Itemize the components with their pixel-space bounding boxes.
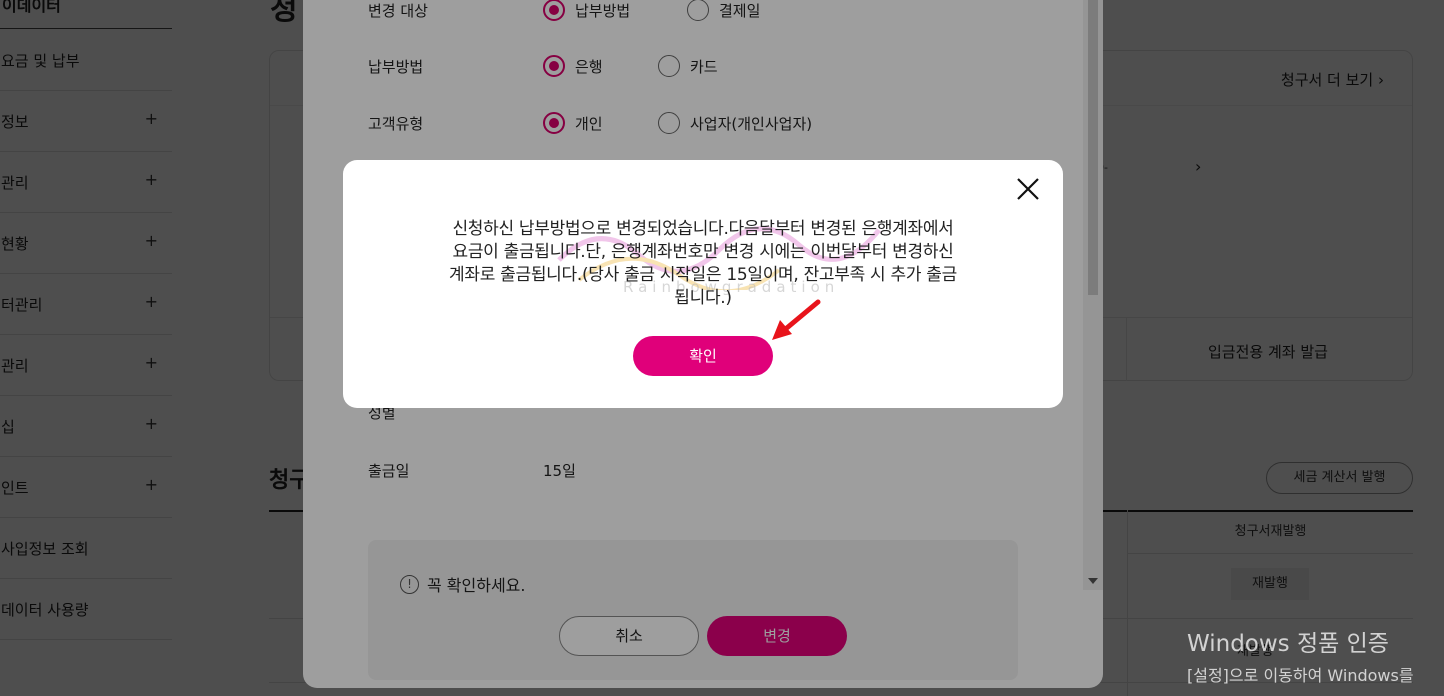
red-arrow-annotation: [772, 299, 821, 340]
close-icon[interactable]: [1015, 176, 1041, 202]
confirm-button[interactable]: 확인: [633, 336, 773, 376]
alert-dialog: Rainbowgradation 신청하신 납부방법으로 변경되었습니다.다음달…: [343, 160, 1063, 408]
alert-message-line: 됩니다.): [674, 288, 732, 308]
windows-activation-subtitle: [설정]으로 이동하여 Windows를: [1187, 666, 1414, 685]
alert-message-line: 요금이 출금됩니다.단, 은행계좌번호만 변경 시에는 이번달부터 변경하신: [452, 242, 954, 262]
alert-message-line: 계좌로 출금됩니다.(당사 출금 시작일은 15일이며, 잔고부족 시 추가 출…: [449, 265, 957, 285]
windows-activation-notice: Windows 정품 인증 [설정]으로 이동하여 Windows를: [1187, 624, 1414, 686]
alert-message: 신청하신 납부방법으로 변경되었습니다.다음달부터 변경된 은행계좌에서 요금이…: [403, 218, 1003, 310]
windows-activation-title: Windows 정품 인증: [1187, 631, 1389, 657]
alert-message-line: 신청하신 납부방법으로 변경되었습니다.다음달부터 변경된 은행계좌에서: [452, 219, 954, 239]
